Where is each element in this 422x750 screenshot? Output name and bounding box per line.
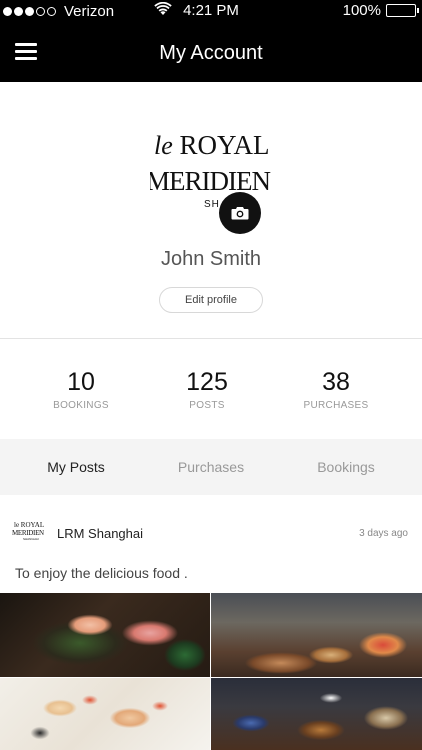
logo-line-2: MERIDIEN [150,166,271,196]
avatar[interactable]: le ROYAL MERIDIEN SHANGHAI [12,521,44,543]
user-name: John Smith [160,248,262,270]
post-photo-buffet[interactable] [211,593,422,677]
battery-percent: 100% [342,2,381,19]
stat-value: 125 [186,368,228,396]
stat-label: PURCHASES [303,400,369,411]
stats-row: 10 BOOKINGS 125 POSTS 38 PURCHASES [0,340,422,439]
logo-line-1: le ROYAL [154,130,270,160]
stat-posts[interactable]: 125 POSTS [137,368,277,411]
post-header: le ROYAL MERIDIEN SHANGHAI LRM Shanghai … [0,496,422,556]
edit-profile-button[interactable]: Edit profile [159,287,263,313]
stat-purchases[interactable]: 38 PURCHASES [266,368,406,411]
post-author[interactable]: LRM Shanghai [57,526,143,541]
nav-bar: My Account [0,22,422,82]
stat-bookings[interactable]: 10 BOOKINGS [11,368,151,411]
stat-value: 10 [67,368,95,396]
tab-bookings[interactable]: Bookings [276,459,416,475]
stat-value: 38 [322,368,350,396]
stat-label: POSTS [189,400,225,411]
post-text: To enjoy the delicious food . [15,565,188,581]
tab-my-posts[interactable]: My Posts [6,459,146,475]
camera-icon[interactable] [219,192,261,234]
post-photo-desserts[interactable] [211,678,422,750]
page-title: My Account [159,42,263,64]
tab-purchases[interactable]: Purchases [141,459,281,475]
logo-line-3: SH [204,199,220,210]
status-right: 100% [342,2,419,19]
tab-bar: My Posts Purchases Bookings [0,439,422,495]
status-bar: Verizon 4:21 PM 100% [0,0,422,22]
profile-header: le ROYAL MERIDIEN SH John Smith Edit pro… [0,82,422,339]
stat-label: BOOKINGS [53,400,109,411]
battery-icon [386,4,419,17]
post-photo-rolls[interactable] [0,678,210,750]
post-photo-sushi[interactable] [0,593,210,677]
post-timestamp: 3 days ago [359,528,408,539]
